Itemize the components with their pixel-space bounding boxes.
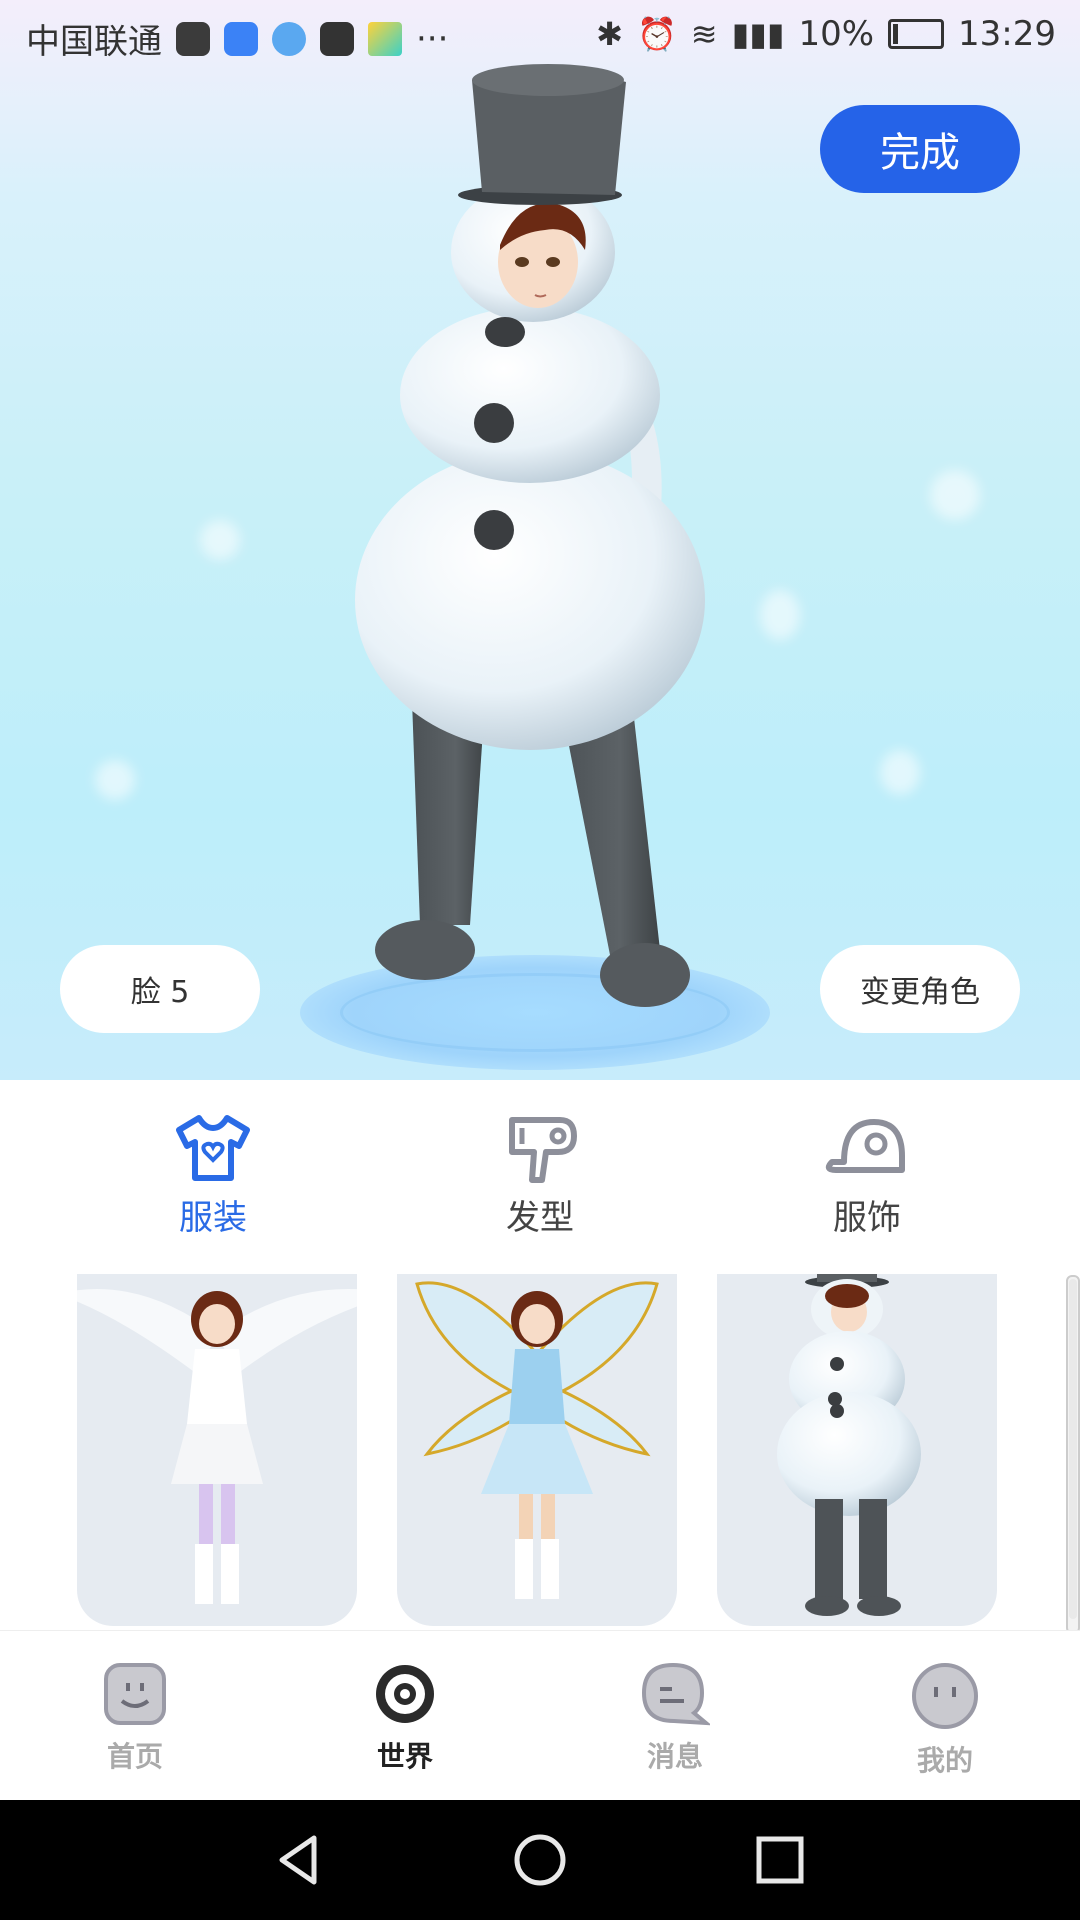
world-target-icon [376, 1665, 434, 1723]
category-tabs: 服装 发型 服饰 [0, 1080, 1080, 1260]
hair-dryer-icon [509, 1117, 577, 1183]
system-navigation-bar [0, 1800, 1080, 1920]
outfit-card-fairy[interactable] [397, 1274, 677, 1626]
angel-outfit-image [77, 1289, 357, 1604]
tab-hairstyle[interactable]: 发型 [440, 1112, 640, 1252]
browser-app-icon [272, 21, 306, 56]
face-select-button[interactable]: 脸 5 [60, 945, 260, 1033]
tab-accessories-label: 服饰 [833, 1198, 901, 1238]
battery-percent: 10% [798, 14, 875, 54]
signal-icon: ▮▮▮ [731, 15, 785, 53]
status-bar: 中国联通 ··· ✱ ⏰ ≋ ▮▮▮ 10% 13:29 [0, 0, 1080, 76]
t-shirt-icon [176, 1115, 250, 1181]
nav-messages[interactable]: 消息 [600, 1661, 750, 1775]
scrollbar-thumb[interactable] [1069, 1279, 1077, 1619]
profile-face-icon [912, 1663, 978, 1729]
outfit-scrollbar[interactable] [1066, 1275, 1080, 1634]
battery-charging-icon [888, 19, 945, 49]
capcut-app-icon [320, 21, 354, 56]
video-app-icon [368, 21, 402, 56]
nav-world-label: 世界 [376, 1740, 433, 1773]
nav-world[interactable]: 世界 [330, 1661, 480, 1775]
outfit-grid [0, 1270, 1080, 1630]
done-button[interactable]: 完成 [820, 105, 1020, 193]
back-triangle-icon[interactable] [270, 1830, 330, 1890]
alarm-icon: ⏰ [636, 15, 677, 53]
avatar-stage: 中国联通 ··· ✱ ⏰ ≋ ▮▮▮ 10% 13:29 完成 脸 5 变更角色 [0, 0, 1080, 1080]
nav-home-label: 首页 [106, 1740, 163, 1773]
tab-clothing[interactable]: 服装 [113, 1112, 313, 1252]
nav-messages-label: 消息 [646, 1740, 703, 1773]
more-notifications-icon: ··· [416, 18, 449, 59]
home-circle-icon[interactable] [510, 1830, 570, 1890]
snowman-outfit-image [777, 1274, 921, 1616]
cap-icon [825, 1119, 905, 1173]
outfit-card-angel[interactable] [77, 1274, 357, 1626]
bluetooth-icon: ✱ [596, 15, 623, 53]
bottom-navigation: 首页 世界 消息 我的 [0, 1630, 1080, 1801]
tab-clothing-label: 服装 [179, 1198, 247, 1238]
nav-profile[interactable]: 我的 [870, 1661, 1020, 1779]
shield-app-icon [224, 21, 258, 56]
message-bubble-icon [641, 1662, 710, 1726]
activity-app-icon [176, 21, 210, 56]
clock-time: 13:29 [958, 14, 1056, 54]
carrier-name: 中国联通 [26, 22, 162, 62]
tab-accessories[interactable]: 服饰 [767, 1112, 967, 1252]
home-face-icon [104, 1663, 166, 1725]
outfit-card-snowman[interactable] [717, 1274, 997, 1626]
nav-profile-label: 我的 [916, 1744, 973, 1777]
change-role-button[interactable]: 变更角色 [820, 945, 1020, 1033]
tab-hairstyle-label: 发型 [506, 1198, 574, 1238]
wifi-icon: ≋ [690, 15, 718, 53]
fairy-outfit-image [415, 1281, 659, 1599]
recent-apps-square-icon[interactable] [750, 1830, 810, 1890]
nav-home[interactable]: 首页 [60, 1661, 210, 1775]
